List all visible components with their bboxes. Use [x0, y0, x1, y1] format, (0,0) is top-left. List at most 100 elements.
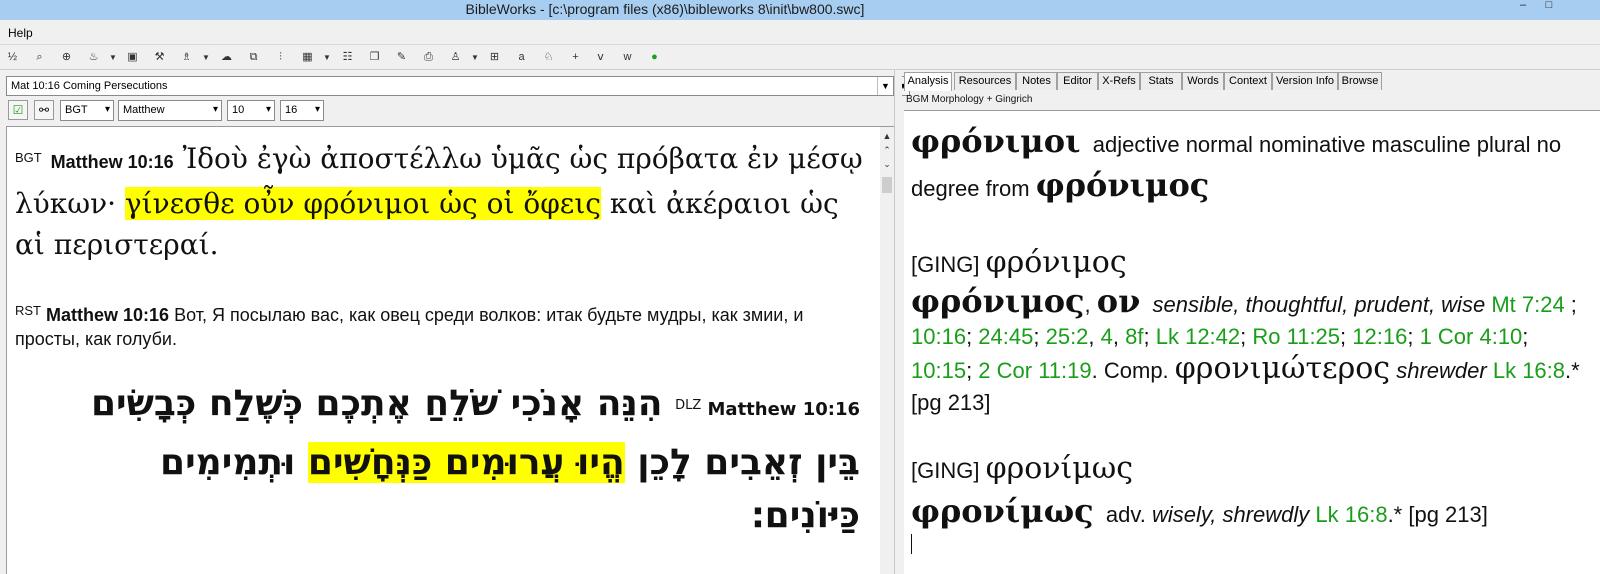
tab-context[interactable]: Context	[1224, 72, 1272, 90]
book-select[interactable]: Matthew ▾	[118, 100, 222, 121]
text-icon[interactable]: ▣	[124, 49, 141, 66]
scripture-link[interactable]: 8f	[1125, 324, 1143, 349]
lexicon-label: BGM Morphology + Gingrich	[906, 94, 1033, 105]
browse-window[interactable]: BGT Matthew 10:16 Ἰδοὺ ἐγὼ ἀποστέλλω ὑμᾶ…	[6, 126, 880, 574]
chevron-down-icon: ▾	[265, 104, 271, 115]
verse-selector[interactable]: Mat 10:16 Coming Persecutions ▼	[6, 76, 894, 96]
verse-ref[interactable]: Matthew 10:16	[51, 152, 174, 172]
verse-rst: RST Matthew 10:16 Вот, Я посылаю вас, ка…	[15, 299, 870, 351]
scripture-link[interactable]: 2 Cor 11:19	[978, 358, 1091, 383]
scroll-up-icon[interactable]: ▲	[880, 129, 894, 143]
analysis-window[interactable]: φρόνιμοι adjective normal nominative mas…	[904, 110, 1600, 574]
version-tag: DLZ	[675, 398, 702, 413]
scripture-link[interactable]: Ro 11:25	[1252, 324, 1340, 349]
grid-icon[interactable]: ▦	[299, 49, 316, 66]
print-icon[interactable]: ⎙	[420, 49, 437, 66]
toolbar: ½ ⌕ ⊕ ♨ ▼ ▣ ⚒ ♗ ▼ ☁ ⧉ ⫶ ▦ ▼ ☷ ❐ ✎ ⎙ ♙ ▼ …	[0, 44, 1600, 70]
print-setup-icon[interactable]: ♙	[447, 49, 464, 66]
verse-select[interactable]: 16 ▾	[280, 100, 324, 121]
chevron-down-icon: ▾	[104, 104, 110, 115]
crosshair-icon[interactable]: ⊕	[58, 49, 75, 66]
scripture-link[interactable]: 10:16	[911, 324, 966, 349]
tools-icon[interactable]: ⚒	[151, 49, 168, 66]
chevron-down-icon[interactable]: ▼	[877, 77, 893, 95]
copy-icon[interactable]: ❐	[366, 49, 383, 66]
verse-list-icon[interactable]: ½	[4, 49, 21, 66]
user-icon[interactable]: ♗	[178, 49, 195, 66]
scripture-link[interactable]: Mt 7:24	[1491, 292, 1564, 317]
scroll-thumb[interactable]	[882, 177, 892, 193]
chevron-up-icon[interactable]: ⌃	[880, 143, 894, 157]
verse-text-highlight[interactable]: γίνεσθε οὖν φρόνιμοι ὡς οἱ ὄφεις	[124, 187, 601, 220]
gingrich-entry-1: [GING] φρόνιμος	[911, 245, 1591, 283]
dropdown-icon[interactable]: ▼	[202, 49, 210, 66]
page-ref: .* [pg 213]	[1387, 502, 1488, 527]
chapter-value: 10	[232, 104, 245, 116]
maximize-button[interactable]: □	[1538, 0, 1560, 12]
word-icon[interactable]: w	[619, 49, 636, 66]
pane-splitter[interactable]	[894, 70, 902, 574]
tab-version-info[interactable]: Version Info	[1272, 72, 1338, 90]
scripture-link[interactable]: Lk 16:8	[1315, 502, 1387, 527]
tab-xrefs[interactable]: X-Refs	[1098, 72, 1140, 90]
dropdown-icon[interactable]: ▼	[471, 49, 479, 66]
columns-icon[interactable]: ⫶	[272, 49, 289, 66]
version-select[interactable]: BGT ▾	[60, 100, 114, 121]
morph-analysis: φρόνιμοι adjective normal nominative mas…	[911, 121, 1591, 209]
scripture-link[interactable]: Lk 16:8	[1493, 358, 1565, 383]
scripture-link[interactable]: 4	[1101, 324, 1113, 349]
minimize-button[interactable]: –	[1512, 0, 1534, 12]
link-icon[interactable]: ⚯	[34, 100, 54, 120]
scripture-link[interactable]: 24:45	[978, 324, 1033, 349]
dropdown-icon[interactable]: ▼	[323, 49, 331, 66]
lemma[interactable]: φρόνιμος	[1036, 166, 1210, 204]
tab-browse[interactable]: Browse	[1338, 72, 1382, 90]
scripture-link[interactable]: Lk 12:42	[1156, 324, 1240, 349]
highlight-icon[interactable]: ☁	[218, 49, 235, 66]
chevron-down-icon[interactable]: ⌄	[880, 157, 894, 171]
chapter-select[interactable]: 10 ▾	[227, 100, 275, 121]
search-icon[interactable]: ⌕	[31, 49, 48, 66]
verse-ref-group: DLZ Matthew 10:16	[675, 398, 860, 420]
entry-gloss: wisely, shrewdly	[1151, 502, 1310, 527]
verse-ref[interactable]: Matthew 10:16	[46, 305, 169, 325]
edit-icon[interactable]: ✎	[393, 49, 410, 66]
chevron-down-icon: ▾	[212, 104, 218, 115]
tab-stats[interactable]: Stats	[1140, 72, 1182, 90]
entry-gloss: sensible, thoughtful, prudent, wise	[1152, 292, 1486, 317]
layout-icon[interactable]: ⊞	[486, 49, 503, 66]
windows-icon[interactable]: ⧉	[245, 49, 262, 66]
parsed-word[interactable]: φρόνιμοι	[911, 122, 1081, 160]
scripture-link[interactable]: 10:15	[911, 358, 966, 383]
person-icon[interactable]: ♘	[540, 49, 557, 66]
globe-icon[interactable]: ●	[646, 49, 663, 66]
map-icon[interactable]: ♨	[85, 49, 102, 66]
plus-icon[interactable]: +	[567, 49, 584, 66]
tab-analysis[interactable]: Analysis	[904, 72, 952, 91]
parse-icon[interactable]: a	[513, 49, 530, 66]
version-tag: BGT	[15, 150, 42, 165]
verse-text-highlight[interactable]: הֱיוּ עֲרוּמִים כַּנְּחָשִׁים	[307, 442, 625, 483]
tab-notes[interactable]: Notes	[1016, 72, 1057, 90]
gingrich-entry-1-body: φρόνιμος, ον sensible, thoughtful, prude…	[911, 282, 1580, 415]
scripture-link[interactable]: 12:16	[1352, 324, 1407, 349]
scripture-link[interactable]: 25:2	[1046, 324, 1089, 349]
entry-headword: φρονίμως	[985, 451, 1134, 486]
check-icon[interactable]: ☑	[8, 100, 28, 120]
menu-help[interactable]: Help	[8, 26, 33, 40]
tab-editor[interactable]: Editor	[1057, 72, 1098, 90]
scripture-link[interactable]: 1 Cor 4:10	[1420, 324, 1523, 349]
entry-lemma: φρόνιμος	[911, 282, 1085, 320]
version-icon[interactable]: ⅴ	[592, 49, 609, 66]
entry-headword: φρόνιμος	[985, 245, 1127, 280]
version-tag: RST	[15, 303, 41, 318]
dropdown-icon[interactable]: ▼	[109, 49, 117, 66]
vertical-scrollbar[interactable]: ▲ ⌃ ⌄	[880, 126, 894, 574]
entry-ending: ον	[1096, 282, 1141, 320]
tab-resources[interactable]: Resources	[954, 72, 1016, 90]
list-icon[interactable]: ☷	[339, 49, 356, 66]
verse-ref[interactable]: Matthew 10:16	[708, 399, 860, 420]
tab-words[interactable]: Words	[1182, 72, 1224, 90]
gingrich-entry-2: [GING] φρονίμως	[911, 451, 1591, 489]
lexicon-tag: [GING]	[911, 252, 980, 277]
